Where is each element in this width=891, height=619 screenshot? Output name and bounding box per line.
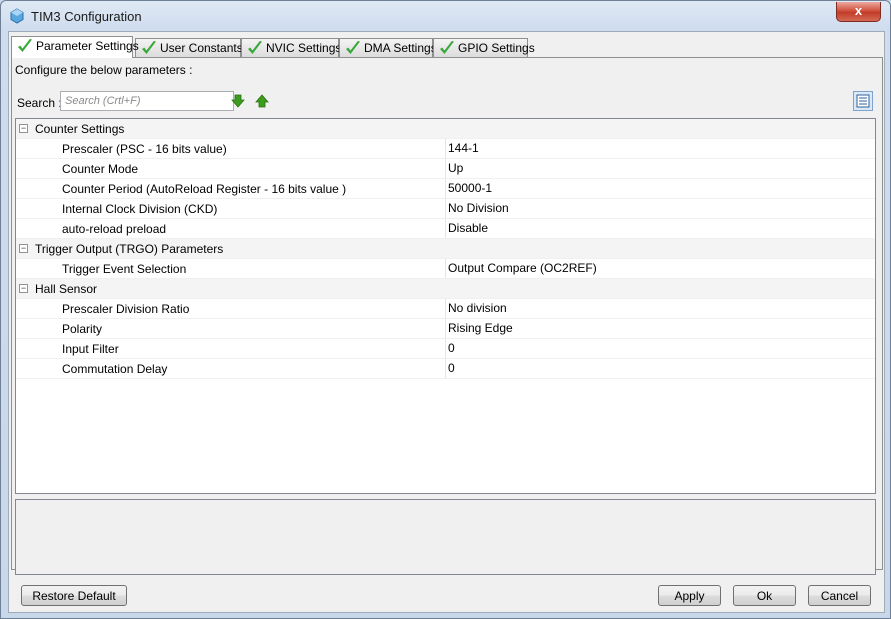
param-value[interactable]: No Division bbox=[445, 199, 875, 218]
param-row[interactable]: auto-reload preload Disable bbox=[16, 219, 875, 239]
param-row[interactable]: Prescaler Division Ratio No division bbox=[16, 299, 875, 319]
configuration-window: TIM3 Configuration x Parameter Settings … bbox=[0, 0, 891, 619]
param-name: Counter Period (AutoReload Register - 16… bbox=[62, 182, 347, 196]
configure-label: Configure the below parameters : bbox=[15, 63, 193, 77]
param-value[interactable]: Disable bbox=[445, 219, 875, 238]
tab-label: DMA Settings bbox=[364, 41, 437, 55]
param-row[interactable]: Polarity Rising Edge bbox=[16, 319, 875, 339]
param-row[interactable]: Input Filter 0 bbox=[16, 339, 875, 359]
param-name: auto-reload preload bbox=[62, 222, 167, 236]
tab-parameter-settings[interactable]: Parameter Settings bbox=[11, 36, 139, 58]
param-name: Trigger Event Selection bbox=[62, 262, 187, 276]
close-icon: x bbox=[854, 3, 863, 18]
group-row-hall-sensor[interactable]: − Hall Sensor bbox=[16, 279, 875, 299]
param-value[interactable]: 50000-1 bbox=[445, 179, 875, 198]
list-view-icon bbox=[856, 94, 870, 108]
tab-label: Parameter Settings bbox=[36, 39, 139, 53]
param-name: Internal Clock Division (CKD) bbox=[62, 202, 218, 216]
group-label: Trigger Output (TRGO) Parameters bbox=[35, 242, 224, 256]
param-row[interactable]: Prescaler (PSC - 16 bits value) 144-1 bbox=[16, 139, 875, 159]
app-cube-icon bbox=[10, 8, 24, 24]
cancel-button[interactable]: Cancel bbox=[808, 585, 871, 606]
param-value[interactable]: Rising Edge bbox=[445, 319, 875, 338]
close-button[interactable]: x bbox=[836, 2, 881, 22]
tab-nvic-settings[interactable]: NVIC Settings bbox=[241, 38, 342, 57]
param-name: Counter Mode bbox=[62, 162, 139, 176]
check-icon bbox=[18, 39, 32, 52]
param-value[interactable]: No division bbox=[445, 299, 875, 318]
group-row-trigger-output[interactable]: − Trigger Output (TRGO) Parameters bbox=[16, 239, 875, 259]
check-icon bbox=[142, 41, 156, 54]
restore-default-button[interactable]: Restore Default bbox=[21, 585, 127, 606]
description-panel bbox=[15, 499, 876, 575]
param-value[interactable]: Up bbox=[445, 159, 875, 178]
dialog-client: Parameter Settings User Constants NVIC S… bbox=[8, 31, 885, 613]
group-row-counter-settings[interactable]: − Counter Settings bbox=[16, 119, 875, 139]
param-value[interactable]: Output Compare (OC2REF) bbox=[445, 259, 875, 278]
tab-dma-settings[interactable]: DMA Settings bbox=[339, 38, 437, 57]
param-value[interactable]: 0 bbox=[445, 339, 875, 358]
param-value[interactable]: 144-1 bbox=[445, 139, 875, 158]
window-title: TIM3 Configuration bbox=[31, 9, 142, 24]
tab-user-constants[interactable]: User Constants bbox=[135, 38, 243, 57]
ok-button[interactable]: Ok bbox=[733, 585, 796, 606]
arrow-up-icon[interactable] bbox=[255, 94, 269, 108]
param-row[interactable]: Counter Period (AutoReload Register - 16… bbox=[16, 179, 875, 199]
param-name: Commutation Delay bbox=[62, 362, 168, 376]
param-row[interactable]: Internal Clock Division (CKD) No Divisio… bbox=[16, 199, 875, 219]
group-label: Hall Sensor bbox=[35, 282, 98, 296]
tab-label: User Constants bbox=[160, 41, 243, 55]
apply-button[interactable]: Apply bbox=[658, 585, 721, 606]
search-input[interactable] bbox=[60, 91, 234, 111]
param-row[interactable]: Trigger Event Selection Output Compare (… bbox=[16, 259, 875, 279]
tab-label: NVIC Settings bbox=[266, 41, 342, 55]
check-icon bbox=[440, 41, 454, 54]
param-value[interactable]: 0 bbox=[445, 359, 875, 378]
param-row[interactable]: Commutation Delay 0 bbox=[16, 359, 875, 379]
param-name: Polarity bbox=[62, 322, 103, 336]
check-icon bbox=[346, 41, 360, 54]
list-view-toggle-button[interactable] bbox=[853, 91, 873, 111]
param-name: Input Filter bbox=[62, 342, 119, 356]
arrow-down-icon[interactable] bbox=[231, 94, 245, 108]
collapse-icon[interactable]: − bbox=[19, 284, 28, 293]
param-row[interactable]: Counter Mode Up bbox=[16, 159, 875, 179]
search-label: Search : bbox=[17, 96, 62, 110]
param-name: Prescaler (PSC - 16 bits value) bbox=[62, 142, 227, 156]
tab-gpio-settings[interactable]: GPIO Settings bbox=[433, 38, 535, 57]
parameter-grid: − Counter Settings Prescaler (PSC - 16 b… bbox=[15, 118, 876, 494]
group-label: Counter Settings bbox=[35, 122, 125, 136]
check-icon bbox=[248, 41, 262, 54]
collapse-icon[interactable]: − bbox=[19, 244, 28, 253]
title-bar[interactable]: TIM3 Configuration x bbox=[1, 1, 890, 31]
collapse-icon[interactable]: − bbox=[19, 124, 28, 133]
parameter-settings-panel: Configure the below parameters : Search … bbox=[11, 57, 883, 575]
param-name: Prescaler Division Ratio bbox=[62, 302, 190, 316]
tab-label: GPIO Settings bbox=[458, 41, 535, 55]
